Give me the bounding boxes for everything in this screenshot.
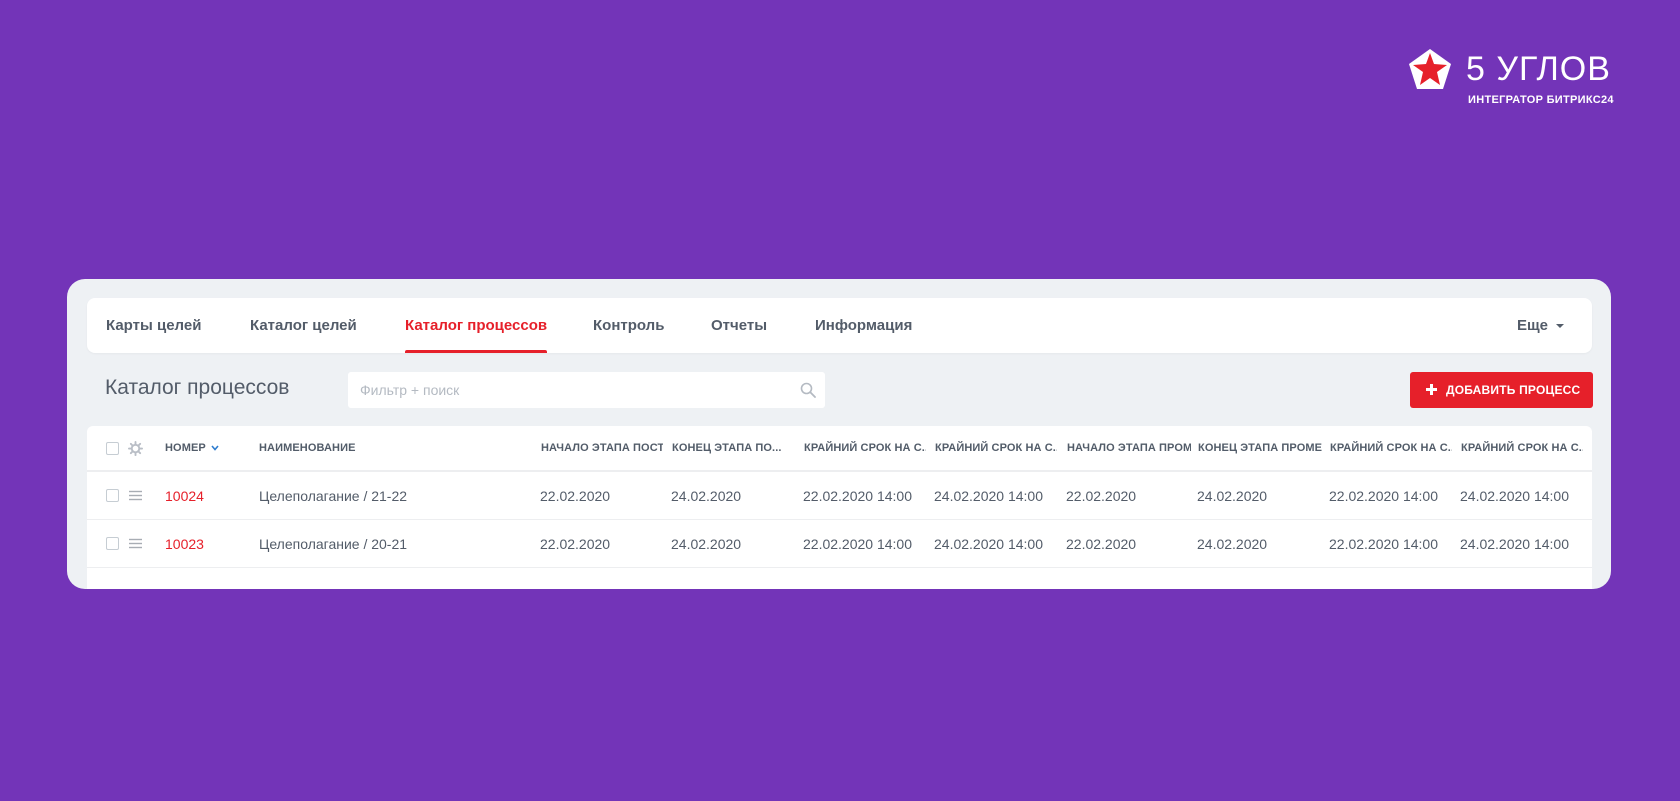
search-icon[interactable] [800,382,816,398]
deadline-1: 22.02.2020 14:00 [803,535,912,552]
tab-process-catalog[interactable]: Каталог процессов [405,298,548,353]
plus-icon [1426,384,1437,395]
deadline-1: 22.02.2020 14:00 [803,487,912,504]
tab-information[interactable]: Информация [815,298,912,353]
more-menu-button[interactable]: Еще [1517,298,1564,353]
column-header-deadline-3[interactable]: КРАЙНИЙ СРОК НА С... [1330,426,1452,470]
stage-start-date: 22.02.2020 [540,487,611,504]
tab-goal-maps[interactable]: Карты целей [106,298,201,353]
stage-end-date: 24.02.2020 [671,487,742,504]
table-row[interactable]: 10023 Целеполагание / 20-21 22.02.2020 2… [87,520,1592,568]
process-number-link[interactable]: 10023 [165,520,255,567]
column-header-number[interactable]: НОМЕР [165,426,255,470]
row-menu-icon[interactable] [129,538,142,549]
stage-end-date: 24.02.2020 [671,535,742,552]
column-header-deadline-4[interactable]: КРАЙНИЙ СРОК НА С... [1461,426,1583,470]
stage-start-date: 22.02.2020 [540,535,611,552]
add-process-button[interactable]: ДОБАВИТЬ ПРОЦЕСС [1410,372,1593,408]
chevron-down-icon [1556,324,1564,329]
top-navigation: Карты целей Каталог целей Каталог процес… [87,298,1592,353]
add-process-label: ДОБАВИТЬ ПРОЦЕСС [1446,383,1581,397]
search-input[interactable] [348,372,788,408]
tab-reports[interactable]: Отчеты [711,298,767,353]
column-header-stage-end[interactable]: КОНЕЦ ЭТАПА ПО... [672,426,794,470]
process-table: НОМЕР НАИМЕНОВАНИЕ НАЧАЛО ЭТАПА ПОСТ... … [87,426,1592,589]
process-number-link[interactable]: 10024 [165,472,255,519]
interim-end-date: 24.02.2020 [1197,487,1268,504]
sort-desc-icon [211,445,219,451]
deadline-4: 24.02.2020 14:00 [1460,487,1569,504]
interim-start-date: 22.02.2020 [1066,535,1137,552]
more-label: Еще [1516,317,1548,334]
gear-icon[interactable] [128,441,143,456]
page-title: Каталог процессов [105,376,290,399]
tab-control[interactable]: Контроль [593,298,664,353]
column-header-name[interactable]: НАИМЕНОВАНИЕ [259,426,509,470]
filter-search-box[interactable] [348,372,825,408]
process-name: Целеполагание / 20-21 [259,535,408,552]
table-header: НОМЕР НАИМЕНОВАНИЕ НАЧАЛО ЭТАПА ПОСТ... … [87,426,1592,472]
interim-end-date: 24.02.2020 [1197,535,1268,552]
brand-name: 5 УГЛОВ [1466,50,1611,88]
star-pentagon-logo-icon [1409,49,1451,89]
column-header-deadline-2[interactable]: КРАЙНИЙ СРОК НА С... [935,426,1057,470]
column-header-deadline-1[interactable]: КРАЙНИЙ СРОК НА С... [804,426,926,470]
app-panel: Карты целей Каталог целей Каталог процес… [67,279,1611,589]
process-name: Целеполагание / 21-22 [259,487,408,504]
brand-block: 5 УГЛОВ ИНТЕГРАТОР БИТРИКС24 [1408,48,1614,110]
select-all-checkbox[interactable] [106,442,119,455]
column-header-stage-start[interactable]: НАЧАЛО ЭТАПА ПОСТ... [541,426,663,470]
column-header-interim-start[interactable]: НАЧАЛО ЭТАПА ПРОМ... [1067,426,1191,470]
row-menu-icon[interactable] [129,490,142,501]
deadline-4: 24.02.2020 14:00 [1460,535,1569,552]
deadline-2: 24.02.2020 14:00 [934,487,1043,504]
row-checkbox[interactable] [106,537,119,550]
deadline-2: 24.02.2020 14:00 [934,535,1043,552]
column-header-interim-end[interactable]: КОНЕЦ ЭТАПА ПРОМЕ... [1198,426,1322,470]
row-checkbox[interactable] [106,489,119,502]
table-row[interactable]: 10024 Целеполагание / 21-22 22.02.2020 2… [87,472,1592,520]
interim-start-date: 22.02.2020 [1066,487,1137,504]
deadline-3: 22.02.2020 14:00 [1329,487,1438,504]
deadline-3: 22.02.2020 14:00 [1329,535,1438,552]
tab-goal-catalog[interactable]: Каталог целей [250,298,357,353]
brand-subtitle: ИНТЕГРАТОР БИТРИКС24 [1468,94,1614,106]
